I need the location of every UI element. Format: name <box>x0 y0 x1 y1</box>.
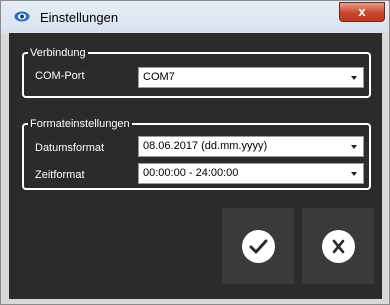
dialog-content: Verbindung COM-Port COM7 Formateinstellu… <box>9 33 382 299</box>
com-port-label: COM-Port <box>35 70 85 82</box>
settings-window: Einstellungen x Verbindung COM-Port COM7… <box>0 0 390 305</box>
x-icon <box>332 239 345 254</box>
zeitformat-value: 00:00:00 - 24:00:00 <box>143 167 239 179</box>
cancel-button[interactable] <box>302 208 374 284</box>
datumsformat-label: Datumsformat <box>35 142 105 154</box>
verbindung-legend: Verbindung <box>30 47 86 59</box>
chevron-down-icon <box>351 76 357 80</box>
zeitformat-dropdown[interactable]: 00:00:00 - 24:00:00 <box>138 163 364 184</box>
datumsformat-value: 08.06.2017 (dd.mm.yyyy) <box>143 140 268 152</box>
format-legend: Formateinstellungen <box>30 118 130 130</box>
check-icon <box>249 239 268 254</box>
app-eye-icon <box>14 11 30 22</box>
close-button[interactable]: x <box>339 2 385 22</box>
chevron-down-icon <box>351 145 357 149</box>
chevron-down-icon <box>351 172 357 176</box>
close-icon: x <box>358 4 366 19</box>
zeitformat-label: Zeitformat <box>35 169 85 181</box>
title-bar: Einstellungen x <box>1 1 389 33</box>
cancel-circle <box>322 230 355 263</box>
window-title: Einstellungen <box>40 10 119 25</box>
confirm-button[interactable] <box>222 208 294 284</box>
com-port-value: COM7 <box>143 71 175 83</box>
check-circle <box>242 230 275 263</box>
datumsformat-dropdown[interactable]: 08.06.2017 (dd.mm.yyyy) <box>138 136 364 157</box>
com-port-dropdown[interactable]: COM7 <box>138 67 364 88</box>
